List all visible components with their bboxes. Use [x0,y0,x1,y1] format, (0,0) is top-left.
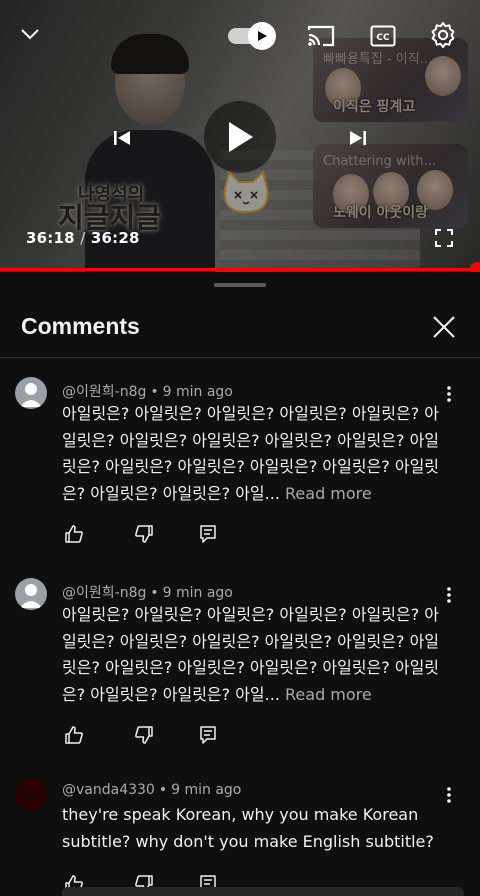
close-icon[interactable] [428,311,460,343]
video-timestamp: 36:18 / 36:28 [26,229,140,247]
comment-author[interactable]: @vanda4330 [62,782,155,798]
comment-text[interactable]: they're speak Korean, why you make Korea… [62,802,448,855]
panel-title: Comments [21,313,140,339]
fullscreen-icon[interactable] [430,224,458,252]
comment-time: 9 min ago [162,384,233,400]
comment-actions [62,723,232,747]
comment-author[interactable]: @이원희-n8g [62,585,146,601]
autoplay-toggle[interactable] [228,22,276,50]
reply-icon[interactable] [196,723,220,747]
time-separator: / [80,229,86,247]
comment-header: @이원희-n8g • 9 min ago [62,381,233,401]
comment-text[interactable]: 아일릿은? 아일릿은? 아일릿은? 아일릿은? 아일릿은? 아일릿은? 아일릿은… [62,602,448,708]
read-more-link[interactable]: Read more [285,484,372,503]
next-video-icon[interactable] [338,118,378,158]
comment-header: @이원희-n8g • 9 min ago [62,582,233,602]
progress-fill [0,268,477,271]
comment-header: @vanda4330 • 9 min ago [62,782,241,798]
closed-captions-icon[interactable]: CC [366,20,400,52]
progress-scrubber[interactable] [470,262,480,272]
play-button[interactable] [204,101,276,173]
comment-actions [62,522,232,546]
thumbs-down-icon[interactable] [132,723,156,747]
avatar[interactable] [15,778,47,810]
thumbs-up-icon[interactable] [62,522,86,546]
add-comment-bar[interactable] [62,887,464,896]
thumbs-down-icon[interactable] [132,522,156,546]
avatar[interactable] [15,578,47,610]
reply-icon[interactable] [196,522,220,546]
comments-panel: Comments @이원희-n8g • 9 min ago 아일릿은? 아일릿은? … [0,273,480,896]
video-player[interactable]: 나영석의 지글지글 빠빠용특집 - 이직... 이직은 핑계고 Chatteri… [0,0,480,272]
cast-icon[interactable] [304,20,338,52]
comment-text[interactable]: 아일릿은? 아일릿은? 아일릿은? 아일릿은? 아일릿은? 아일릿은? 아일릿은… [62,401,448,507]
comment-author[interactable]: @이원희-n8g [62,384,146,400]
comment-time: 9 min ago [171,782,242,798]
separator-dot: • [158,782,168,798]
progress-bar[interactable] [0,262,480,272]
separator-dot: • [150,384,159,400]
comment-time: 9 min ago [162,585,233,601]
drag-handle[interactable] [214,283,266,287]
minimize-chevron-icon[interactable] [14,18,46,50]
divider [0,357,480,358]
comment-text-content: 아일릿은? 아일릿은? 아일릿은? 아일릿은? 아일릿은? 아일릿은? 아일릿은… [62,404,440,503]
avatar[interactable] [15,377,47,409]
comment-text-content: they're speak Korean, why you make Korea… [62,805,434,851]
previous-video-icon[interactable] [102,118,142,158]
comment-text-content: 아일릿은? 아일릿은? 아일릿은? 아일릿은? 아일릿은? 아일릿은? 아일릿은… [62,605,440,704]
read-more-link[interactable]: Read more [285,685,372,704]
current-time: 36:18 [26,229,75,247]
settings-gear-icon[interactable] [426,18,460,52]
autoplay-play-icon [248,22,276,50]
duration: 36:28 [90,229,140,247]
separator-dot: • [150,585,159,601]
thumbs-up-icon[interactable] [62,723,86,747]
svg-text:CC: CC [376,33,390,43]
